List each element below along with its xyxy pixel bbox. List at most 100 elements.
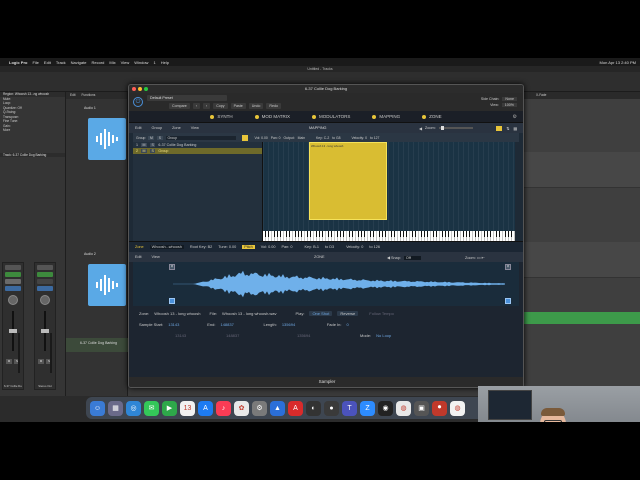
black-key[interactable] — [462, 231, 465, 237]
root-key-field[interactable]: Root Key: B2 — [190, 245, 212, 249]
black-key[interactable] — [477, 231, 480, 237]
launchpad-icon[interactable]: ▦ — [108, 400, 123, 416]
arrange-lane[interactable] — [524, 152, 640, 188]
group-vol[interactable]: Vol: 0.00 — [255, 136, 268, 140]
app-store-icon[interactable]: A — [198, 400, 213, 416]
group-velocity-high[interactable]: to 127 — [370, 136, 379, 140]
zone-waveform-display[interactable]: × × — [133, 262, 519, 306]
menu-help[interactable]: Help — [161, 60, 169, 65]
undo-button[interactable]: Undo — [248, 103, 264, 109]
fade-in-field[interactable]: 0 — [347, 322, 349, 327]
mapping-edit-menu[interactable]: Edit — [135, 126, 142, 130]
paste-button[interactable]: Paste — [230, 103, 246, 109]
side-chain-menu[interactable]: None — [502, 97, 517, 101]
black-key[interactable] — [507, 231, 510, 237]
zone-key-high[interactable]: to D3 — [325, 245, 334, 249]
menu-app-name[interactable]: Logic Pro — [9, 60, 27, 65]
black-key[interactable] — [504, 231, 507, 237]
loop-end-handle-icon[interactable]: × — [505, 264, 511, 270]
black-key[interactable] — [357, 231, 360, 237]
tab-zone[interactable]: ZONE — [422, 114, 442, 119]
group-key-low[interactable]: Key: C-2 — [316, 136, 329, 140]
black-key[interactable] — [297, 231, 300, 237]
loop-start-handle-icon[interactable]: × — [169, 264, 175, 270]
black-key[interactable] — [360, 231, 363, 237]
loop-length-field[interactable]: 135694 — [297, 333, 337, 338]
black-key[interactable] — [489, 231, 492, 237]
zone-view-menu[interactable]: View — [152, 255, 160, 259]
preset-menu[interactable]: Default Preset — [147, 95, 227, 101]
black-key[interactable] — [327, 231, 330, 237]
messages-icon[interactable]: ✉ — [144, 400, 159, 416]
group-solo-button[interactable]: S — [157, 135, 163, 140]
key-mapping-grid[interactable]: Whoosh 13 - long whoosh — [263, 133, 515, 241]
calendar-icon[interactable]: 13 — [180, 400, 195, 416]
zone-vol-field[interactable]: Vol: 0.00 — [261, 245, 276, 249]
prev-preset-icon[interactable]: ‹ — [192, 103, 200, 109]
midi-region[interactable] — [524, 312, 640, 324]
volume-fader[interactable] — [9, 311, 17, 351]
inspector-track-header[interactable]: Track: 6-37 Collie Dog Barking — [0, 152, 65, 157]
black-key[interactable] — [453, 231, 456, 237]
menu-record[interactable]: Record — [91, 60, 104, 65]
minimize-window-icon[interactable] — [138, 87, 142, 91]
black-key[interactable] — [276, 231, 279, 237]
tab-mod-matrix[interactable]: MOD MATRIX — [254, 114, 290, 119]
black-key[interactable] — [402, 231, 405, 237]
grid-view-icon[interactable]: ▦ — [513, 126, 517, 131]
next-preset-icon[interactable]: › — [202, 103, 211, 109]
black-key[interactable] — [414, 231, 417, 237]
chrome-2-icon[interactable]: ◍ — [450, 400, 465, 416]
menu-edit[interactable]: Edit — [44, 60, 51, 65]
black-key[interactable] — [264, 231, 267, 237]
black-key[interactable] — [378, 231, 381, 237]
group-output-menu[interactable]: Main — [298, 136, 305, 140]
mapping-group-menu[interactable]: Group — [152, 126, 163, 130]
settings-icon[interactable]: ⚙ — [252, 400, 267, 416]
black-key[interactable] — [474, 231, 477, 237]
chrome-icon[interactable]: ◍ — [396, 400, 411, 416]
black-key[interactable] — [405, 231, 408, 237]
obs-icon[interactable]: ◉ — [378, 400, 393, 416]
black-key[interactable] — [483, 231, 486, 237]
black-key[interactable] — [300, 231, 303, 237]
black-key[interactable] — [372, 231, 375, 237]
photos-icon[interactable]: ✿ — [234, 400, 249, 416]
redo-button[interactable]: Redo — [266, 103, 281, 109]
pan-knob[interactable] — [8, 295, 18, 305]
menu-mix[interactable]: Mix — [109, 60, 115, 65]
pan-knob[interactable] — [40, 295, 50, 305]
black-key[interactable] — [411, 231, 414, 237]
empty-slot[interactable] — [37, 279, 53, 284]
zone-key-low[interactable]: Key: B-1 — [304, 245, 319, 249]
black-key[interactable] — [426, 231, 429, 237]
mute-button[interactable]: M — [6, 359, 12, 364]
menu-window[interactable]: Window — [134, 60, 148, 65]
menu-navigate[interactable]: Navigate — [71, 60, 87, 65]
group-list-item-selected[interactable]: 2 M S Group — [133, 148, 262, 154]
group-pan[interactable]: Pan: 0 — [271, 136, 281, 140]
facetime-icon[interactable]: ▶ — [162, 400, 177, 416]
black-key[interactable] — [315, 231, 318, 237]
zone-edit-menu[interactable]: Edit — [135, 255, 142, 259]
zoom-icon[interactable]: Z — [360, 400, 375, 416]
arrange-ruler[interactable]: X-Fade — [524, 92, 640, 99]
inspector-row[interactable]: More — [0, 128, 65, 133]
black-key[interactable] — [351, 231, 354, 237]
acrobat-icon[interactable]: A — [288, 400, 303, 416]
pitch-toggle[interactable]: Pitch — [242, 245, 255, 249]
finder-icon[interactable]: ☺ — [90, 400, 105, 416]
sampler-slot[interactable] — [5, 279, 21, 284]
follow-tempo-toggle[interactable]: Follow Tempo — [369, 311, 394, 316]
output-button[interactable] — [5, 286, 21, 291]
group-solo-button[interactable]: S — [150, 143, 156, 147]
arrange-lane[interactable] — [524, 242, 640, 278]
setting-button[interactable] — [5, 265, 21, 270]
logic-icon[interactable]: ◐ — [306, 400, 321, 416]
black-key[interactable] — [435, 231, 438, 237]
black-key[interactable] — [381, 231, 384, 237]
zone-velocity-low[interactable]: Velocity: 0 — [346, 245, 363, 249]
velocity-view-icon[interactable]: ⇅ — [506, 126, 509, 131]
mapping-view-menu[interactable]: View — [191, 126, 199, 130]
safari-icon[interactable]: ◎ — [126, 400, 141, 416]
